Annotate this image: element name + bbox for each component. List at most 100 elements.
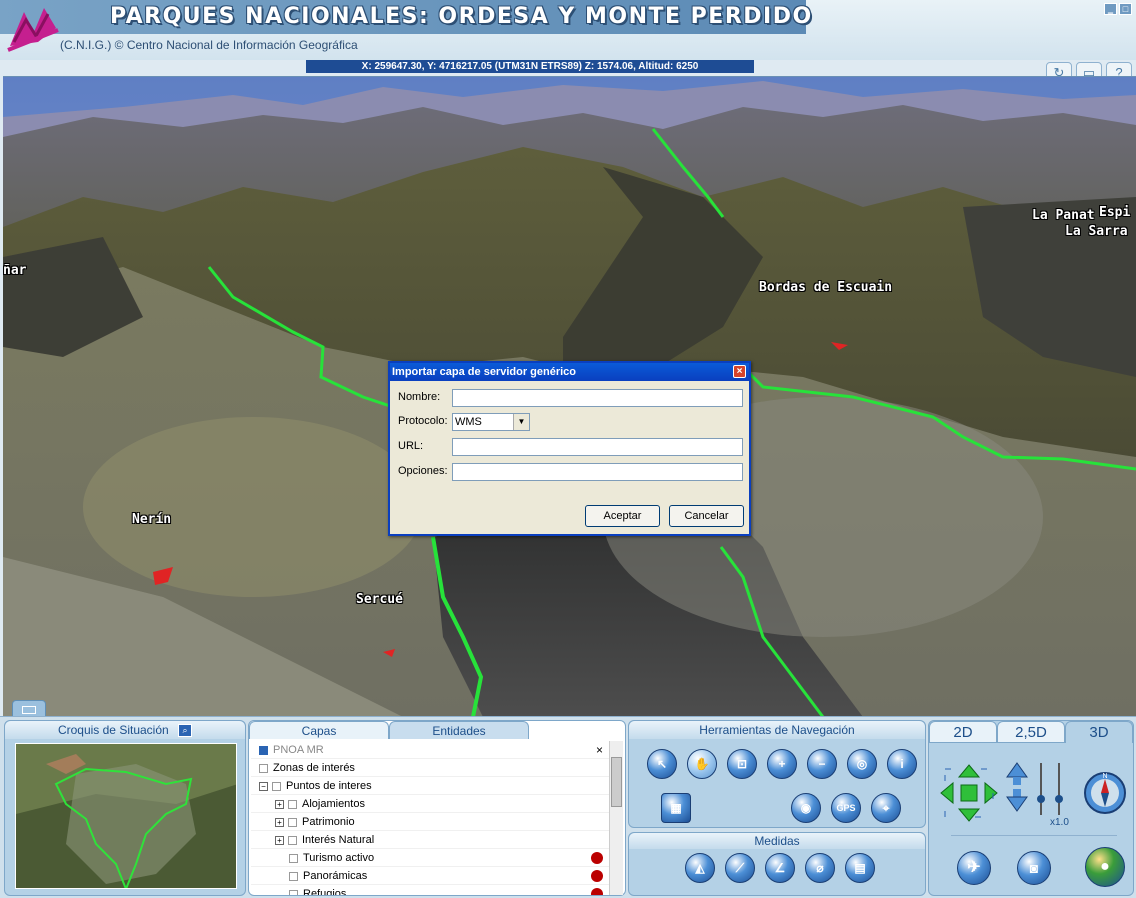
overview-icon[interactable]: ▦ bbox=[661, 793, 691, 823]
croquis-panel: Croquis de Situación ⌕ bbox=[4, 720, 246, 896]
zoom-out-icon[interactable]: − bbox=[807, 749, 837, 779]
measure-angle-icon[interactable]: ∠ bbox=[765, 853, 795, 883]
overview-map-render bbox=[16, 744, 236, 888]
zoom-in-icon[interactable]: + bbox=[767, 749, 797, 779]
expand-icon[interactable]: + bbox=[275, 817, 284, 827]
view-mode-panel: 2D 2,5D 3D x1.0 N ✈ ◙ ● bbox=[928, 720, 1134, 896]
url-input[interactable] bbox=[452, 438, 743, 456]
capas-tabs: Capas Entidades bbox=[249, 721, 625, 739]
layer-checkbox[interactable] bbox=[289, 889, 298, 895]
tab-2d[interactable]: 2D bbox=[929, 721, 997, 743]
layer-label: Refugios bbox=[303, 888, 347, 895]
pan-hand-icon[interactable]: ✋ bbox=[687, 749, 717, 779]
zoom-sliders[interactable] bbox=[1033, 761, 1069, 817]
layer-item[interactable]: − Puntos de interes bbox=[251, 777, 609, 795]
protocolo-label: Protocolo: bbox=[398, 415, 448, 427]
layer-checkbox[interactable] bbox=[288, 835, 297, 845]
tab-entidades[interactable]: Entidades bbox=[389, 721, 529, 739]
layer-item[interactable]: Panorámicas bbox=[251, 867, 609, 885]
scrollbar[interactable] bbox=[609, 741, 623, 895]
pan-arrows-control[interactable] bbox=[939, 763, 999, 823]
compass-icon[interactable]: N bbox=[1083, 771, 1127, 815]
divider bbox=[951, 835, 1117, 836]
info-icon[interactable]: i bbox=[887, 749, 917, 779]
scrollbar-thumb[interactable] bbox=[611, 757, 622, 807]
herramientas-panel: Herramientas de Navegación ↖ ✋ ⊡ + − ◎ i ▦ ◉ GPS ⌖ bbox=[628, 720, 926, 828]
opciones-input[interactable] bbox=[452, 463, 743, 481]
accept-button[interactable]: Aceptar bbox=[585, 505, 660, 527]
place-label: Nerín bbox=[132, 512, 172, 527]
expand-icon[interactable]: − bbox=[259, 781, 268, 791]
tab-3d[interactable]: 3D bbox=[1065, 721, 1133, 743]
layer-item[interactable]: PNOA MR × bbox=[251, 741, 609, 759]
place-label: La Sarra bbox=[1065, 224, 1128, 239]
compass-north-label: N bbox=[1102, 773, 1107, 780]
place-label: La Panat bbox=[1032, 208, 1095, 223]
profile-icon[interactable]: ⌀ bbox=[805, 853, 835, 883]
layer-item[interactable]: Turismo activo bbox=[251, 849, 609, 867]
header: PARQUES NACIONALES: ORDESA Y MONTE PERDI… bbox=[0, 0, 1136, 60]
measure-area-icon[interactable]: ◭ bbox=[685, 853, 715, 883]
layer-list: PNOA MR × Zonas de interés − Puntos de inter… bbox=[251, 741, 609, 895]
layer-item[interactable]: Refugios bbox=[251, 885, 609, 895]
view-mode-tabs: 2D 2,5D 3D bbox=[929, 721, 1133, 743]
maximize-icon[interactable]: □ bbox=[1119, 3, 1132, 15]
layer-label: Alojamientos bbox=[302, 798, 365, 810]
layer-checkbox[interactable] bbox=[288, 799, 297, 809]
croquis-header: Croquis de Situación ⌕ bbox=[5, 721, 245, 739]
cancel-button[interactable]: Cancelar bbox=[669, 505, 744, 527]
app-title: PARQUES NACIONALES: ORDESA Y MONTE PERDI… bbox=[110, 4, 813, 29]
pointer-icon[interactable]: ↖ bbox=[647, 749, 677, 779]
layer-item[interactable]: Zonas de interés bbox=[251, 759, 609, 777]
coordinate-readout: X: 259647.30, Y: 4716217.05 (UTM31N ETRS… bbox=[306, 60, 754, 73]
nombre-input[interactable] bbox=[452, 389, 743, 407]
layer-item[interactable]: + Patrimonio bbox=[251, 813, 609, 831]
layer-checkbox[interactable] bbox=[272, 781, 281, 791]
tab-2-5d[interactable]: 2,5D bbox=[997, 721, 1065, 743]
search-icon[interactable]: ⌕ bbox=[178, 724, 193, 738]
herramientas-title: Herramientas de Navegación bbox=[629, 721, 925, 739]
overview-map[interactable] bbox=[15, 743, 237, 889]
close-icon[interactable]: × bbox=[733, 365, 746, 378]
globe-icon[interactable]: ◎ bbox=[847, 749, 877, 779]
import-layer-dialog: Importar capa de servidor genérico × Nom… bbox=[388, 361, 751, 536]
layer-label: Patrimonio bbox=[302, 816, 355, 828]
capas-panel: Capas Entidades PNOA MR × Zonas de interés… bbox=[248, 720, 626, 896]
close-icon[interactable]: × bbox=[596, 741, 603, 759]
zoom-factor: x1.0 bbox=[1050, 817, 1069, 828]
layer-checkbox[interactable] bbox=[288, 817, 297, 827]
layer-item[interactable]: + Alojamientos bbox=[251, 795, 609, 813]
tilt-arrows-icon[interactable] bbox=[1005, 761, 1029, 813]
layer-checkbox[interactable] bbox=[289, 853, 298, 863]
medidas-title: Medidas bbox=[629, 833, 925, 849]
expand-icon[interactable]: + bbox=[275, 835, 284, 845]
zoom-window-icon[interactable]: ⊡ bbox=[727, 749, 757, 779]
locate-icon[interactable]: ⌖ bbox=[871, 793, 901, 823]
nombre-label: Nombre: bbox=[398, 391, 441, 403]
layer-item[interactable]: + Interés Natural bbox=[251, 831, 609, 849]
logo-icon bbox=[7, 8, 59, 52]
globe-view-icon[interactable]: ● bbox=[1085, 847, 1125, 887]
calculator-icon[interactable]: ▤ bbox=[845, 853, 875, 883]
layer-checkbox[interactable] bbox=[259, 763, 268, 773]
window-controls: ‗ □ bbox=[1104, 3, 1132, 15]
measure-distance-icon[interactable]: ⟋ bbox=[725, 853, 755, 883]
tab-capas[interactable]: Capas bbox=[249, 721, 389, 739]
layer-checkbox[interactable] bbox=[289, 871, 298, 881]
place-label: Espi bbox=[1099, 205, 1131, 220]
croquis-title: Croquis de Situación bbox=[57, 723, 169, 737]
drive-mode-icon[interactable]: ◙ bbox=[1017, 851, 1051, 885]
layer-symbol-icon bbox=[591, 888, 603, 895]
dialog-title-bar[interactable]: Importar capa de servidor genérico × bbox=[390, 363, 749, 381]
opciones-label: Opciones: bbox=[398, 465, 448, 477]
layer-label: PNOA MR bbox=[273, 744, 324, 756]
layer-checkbox[interactable] bbox=[259, 745, 268, 755]
flight-mode-icon[interactable]: ✈ bbox=[957, 851, 991, 885]
cd-icon[interactable]: ◉ bbox=[791, 793, 821, 823]
expand-icon[interactable]: + bbox=[275, 799, 284, 809]
chevron-down-icon[interactable]: ▼ bbox=[513, 414, 529, 430]
gps-icon[interactable]: GPS bbox=[831, 793, 861, 823]
minimize-icon[interactable]: ‗ bbox=[1104, 3, 1117, 15]
protocolo-select[interactable]: WMS ▼ bbox=[452, 413, 530, 431]
layer-label: Turismo activo bbox=[303, 852, 375, 864]
